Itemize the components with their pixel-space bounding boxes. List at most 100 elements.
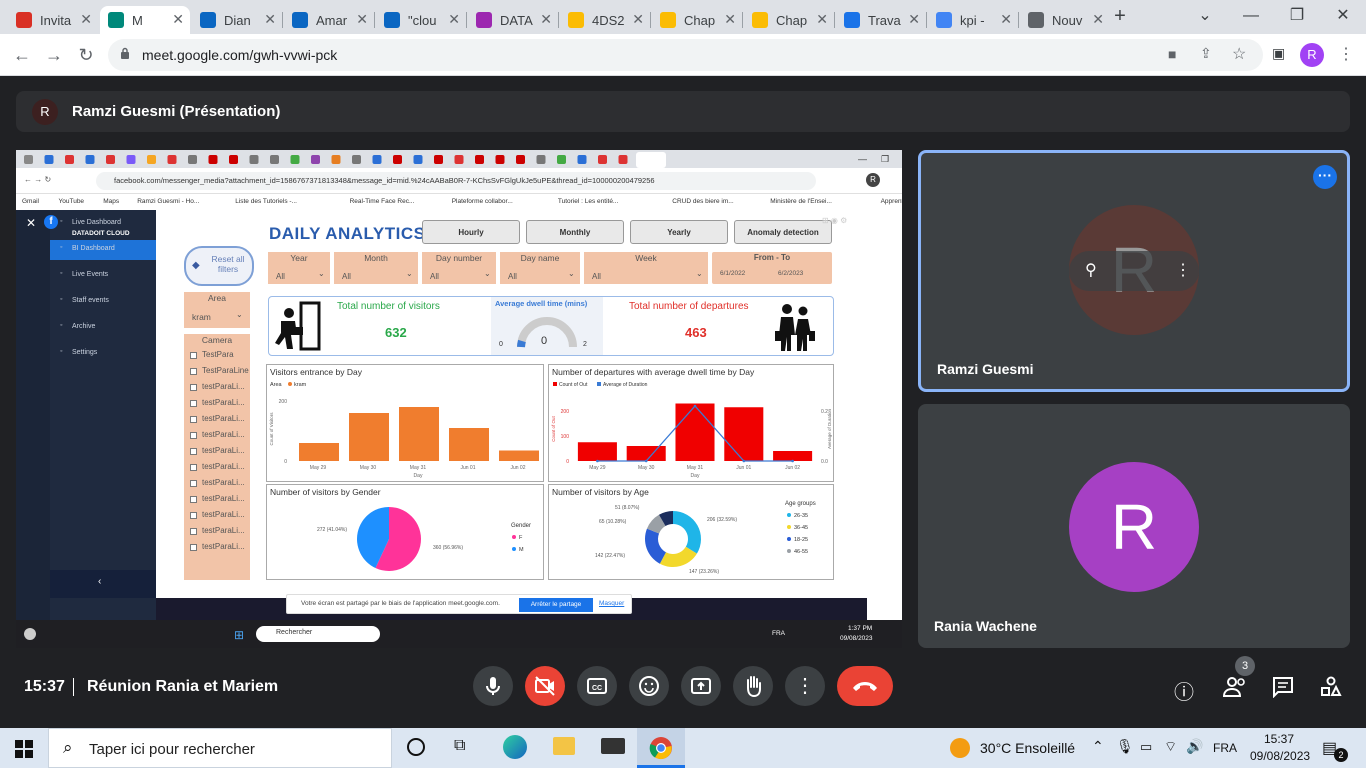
drive-icon bbox=[660, 12, 676, 28]
meeting-info-icon[interactable]: ⓘ bbox=[1174, 676, 1194, 705]
back-icon[interactable]: ← bbox=[10, 43, 34, 67]
close-tab-icon[interactable]: ✕ bbox=[448, 11, 460, 28]
microphone-button[interactable] bbox=[473, 666, 513, 706]
close-window-button[interactable]: ✕ bbox=[1328, 4, 1358, 28]
camera-option: testParaLi... bbox=[190, 445, 250, 459]
people-leaving-icon bbox=[775, 304, 815, 351]
volume-icon[interactable]: 🔊 bbox=[1186, 738, 1203, 755]
restore-button[interactable]: ❐ bbox=[1282, 4, 1312, 28]
close-tab-icon[interactable]: ✕ bbox=[80, 11, 92, 28]
pin-icon[interactable]: ⚲ bbox=[1085, 260, 1097, 280]
battery-icon[interactable]: ▭ bbox=[1140, 739, 1152, 755]
browser-tab[interactable]: Dian ✕ bbox=[192, 6, 282, 34]
legend-swatch bbox=[597, 382, 601, 386]
participant-tile-ramzi[interactable]: R ⚲ ⋮ ··· Ramzi Guesmi bbox=[918, 150, 1350, 392]
checkbox-icon bbox=[190, 496, 197, 503]
close-tab-icon[interactable]: ✕ bbox=[632, 11, 644, 28]
browser-tab[interactable]: Nouv ✕ bbox=[1020, 6, 1110, 34]
meeting-title: Réunion Rania et Mariem bbox=[87, 678, 279, 695]
language-indicator[interactable]: FRA bbox=[1213, 741, 1237, 755]
network-icon[interactable]: ⌔ bbox=[1164, 738, 1177, 756]
side-panel-icon[interactable]: ▣ bbox=[1272, 45, 1285, 62]
browser-tab[interactable]: Chap ✕ bbox=[652, 6, 742, 34]
more-options-button[interactable]: ⋮ bbox=[785, 666, 825, 706]
leave-call-button[interactable] bbox=[837, 666, 893, 706]
forward-icon[interactable]: → bbox=[42, 43, 66, 67]
camera-icon[interactable]: ■ bbox=[1168, 46, 1176, 62]
legend-label: 36-45 bbox=[794, 525, 808, 531]
windows-start-icon[interactable] bbox=[15, 740, 33, 758]
activities-button[interactable] bbox=[1320, 676, 1342, 703]
show-hidden-icons[interactable]: ⌃ bbox=[1092, 738, 1104, 755]
svg-text:—: — bbox=[858, 154, 867, 164]
browser-tab[interactable]: Trava ✕ bbox=[836, 6, 926, 34]
close-tab-icon[interactable]: ✕ bbox=[356, 11, 368, 28]
browser-tab[interactable]: 4DS2 ✕ bbox=[560, 6, 650, 34]
cortana-icon[interactable] bbox=[407, 738, 425, 756]
x-tick-label: May 29 bbox=[310, 465, 327, 471]
new-tab-button[interactable]: + bbox=[1109, 5, 1131, 27]
menu-icon[interactable]: ⋮ bbox=[1338, 44, 1354, 64]
chrome-taskbar-button[interactable] bbox=[637, 728, 685, 768]
reload-icon[interactable]: ↻ bbox=[74, 43, 98, 67]
filter-dropdown: Month All ⌄ bbox=[334, 252, 418, 284]
inner-bookmark: Ministère de l'Ensei... bbox=[770, 198, 832, 205]
clock-date[interactable]: 09/08/2023 bbox=[1250, 749, 1310, 763]
tile-menu-icon[interactable]: ··· bbox=[1313, 165, 1337, 189]
departures-kpi-value: 463 bbox=[685, 325, 707, 340]
close-tab-icon[interactable]: ✕ bbox=[540, 11, 552, 28]
participant-avatar: R bbox=[1069, 462, 1199, 592]
address-bar[interactable]: meet.google.com/gwh-vvwi-pck ■ ⇪ ☆ bbox=[108, 39, 1263, 71]
bar bbox=[773, 451, 813, 461]
browser-tab[interactable]: Invita ✕ bbox=[8, 6, 98, 34]
chat-button[interactable] bbox=[1272, 676, 1294, 703]
browser-tab[interactable]: "clou ✕ bbox=[376, 6, 466, 34]
tab-title: Chap bbox=[776, 12, 808, 28]
taskbar-search[interactable]: ⌕ Taper ici pour rechercher bbox=[48, 728, 392, 768]
dwell-gauge: Average dwell time (mins) 0 0 2 bbox=[491, 297, 603, 355]
file-explorer-icon[interactable] bbox=[553, 737, 575, 755]
mic-tray-icon[interactable]: 🎙 bbox=[1116, 738, 1134, 755]
inner-tab-icons: —❐✕ bbox=[24, 152, 889, 168]
minimize-button[interactable]: — bbox=[1236, 4, 1266, 28]
browser-tab[interactable]: Chap ✕ bbox=[744, 6, 834, 34]
legend-swatch bbox=[288, 382, 292, 386]
close-tab-icon[interactable]: ✕ bbox=[908, 11, 920, 28]
share-icon[interactable]: ⇪ bbox=[1200, 45, 1212, 62]
clock-time[interactable]: 15:37 bbox=[1264, 732, 1294, 746]
browser-tab[interactable]: M ✕ bbox=[100, 6, 190, 34]
present-button[interactable] bbox=[681, 666, 721, 706]
legend-label: 18-25 bbox=[794, 537, 808, 543]
weather-text[interactable]: 30°C Ensoleillé bbox=[980, 740, 1075, 756]
close-tab-icon[interactable]: ✕ bbox=[724, 11, 736, 28]
task-view-icon[interactable]: ⧉ bbox=[454, 737, 465, 755]
legend-label: 26-35 bbox=[794, 513, 808, 519]
close-tab-icon[interactable]: ✕ bbox=[172, 11, 184, 28]
microphone-icon bbox=[486, 677, 500, 695]
close-tab-icon[interactable]: ✕ bbox=[264, 11, 276, 28]
camera-option: TestPara bbox=[190, 349, 250, 363]
more-options-icon[interactable]: ⋮ bbox=[1175, 260, 1191, 280]
inner-address-bar: ← → ↻ facebook.com/messenger_media?attac… bbox=[16, 168, 902, 194]
share-notice: Votre écran est partagé par le biais de … bbox=[286, 594, 632, 614]
captions-button[interactable]: CC bbox=[577, 666, 617, 706]
tab-search-icon[interactable]: ⌄ bbox=[1190, 4, 1220, 28]
bookmark-star-icon[interactable]: ☆ bbox=[1232, 44, 1246, 64]
people-button[interactable] bbox=[1222, 676, 1248, 703]
inner-bookmark: Gmail bbox=[22, 198, 39, 205]
browser-tab[interactable]: DATA ✕ bbox=[468, 6, 558, 34]
profile-avatar[interactable]: R bbox=[1300, 43, 1324, 67]
close-tab-icon[interactable]: ✕ bbox=[1092, 11, 1104, 28]
close-tab-icon[interactable]: ✕ bbox=[816, 11, 828, 28]
reactions-button[interactable] bbox=[629, 666, 669, 706]
y-tick-label: 200 bbox=[279, 399, 288, 405]
browser-tab[interactable]: kpi - ✕ bbox=[928, 6, 1018, 34]
browser-tab[interactable]: Amar ✕ bbox=[284, 6, 374, 34]
camera-off-button[interactable] bbox=[525, 666, 565, 706]
mail-icon[interactable] bbox=[601, 738, 625, 754]
close-tab-icon[interactable]: ✕ bbox=[1000, 11, 1012, 28]
participant-tile-rania[interactable]: R Rania Wachene bbox=[918, 404, 1350, 648]
edge-icon[interactable] bbox=[503, 735, 527, 759]
raise-hand-button[interactable] bbox=[733, 666, 773, 706]
y-axis-label: Count of Visitors bbox=[269, 412, 274, 446]
